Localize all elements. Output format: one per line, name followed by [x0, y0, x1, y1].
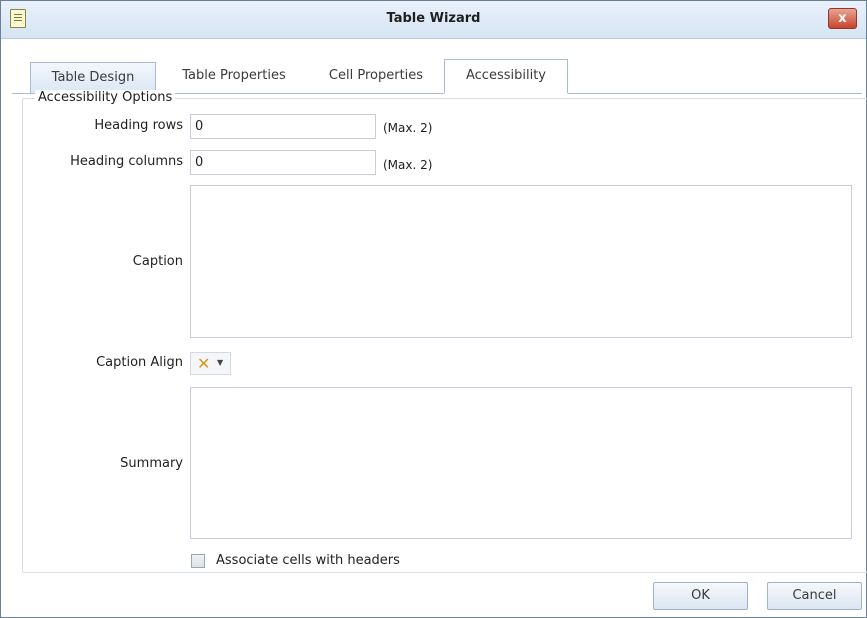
close-button[interactable]: x — [828, 8, 857, 29]
chevron-down-icon: ▼ — [217, 358, 224, 367]
summary-label: Summary — [120, 456, 183, 471]
caption-align-dropdown[interactable]: ✕ ▼ — [190, 352, 231, 375]
dialog-window: Table Wizard x Table Design Table Proper… — [0, 0, 867, 618]
heading-rows-hint: (Max. 2) — [383, 121, 433, 135]
tab-table-properties[interactable]: Table Properties — [172, 61, 296, 91]
summary-textarea[interactable] — [190, 387, 852, 539]
tab-accessibility[interactable]: Accessibility — [444, 59, 568, 94]
heading-columns-label: Heading columns — [70, 154, 183, 169]
caption-align-label: Caption Align — [96, 355, 183, 370]
group-legend: Accessibility Options — [35, 90, 176, 105]
window-title: Table Wizard — [386, 11, 481, 26]
caption-textarea[interactable] — [190, 185, 852, 338]
tab-cell-properties[interactable]: Cell Properties — [314, 61, 438, 91]
x-icon: ✕ — [197, 354, 211, 373]
tab-table-design[interactable]: Table Design — [30, 62, 156, 93]
heading-rows-label: Heading rows — [94, 118, 183, 133]
heading-columns-input[interactable] — [190, 150, 376, 175]
ok-button[interactable]: OK — [653, 582, 748, 610]
title-bar: Table Wizard x — [1, 1, 866, 39]
cancel-button[interactable]: Cancel — [767, 582, 862, 610]
heading-columns-hint: (Max. 2) — [383, 158, 433, 172]
associate-cells-checkbox[interactable] — [191, 554, 205, 568]
associate-cells-label: Associate cells with headers — [216, 553, 400, 568]
caption-label: Caption — [132, 254, 183, 269]
heading-rows-input[interactable] — [190, 114, 376, 139]
tab-strip: Table Design Table Properties Cell Prope… — [12, 59, 862, 94]
